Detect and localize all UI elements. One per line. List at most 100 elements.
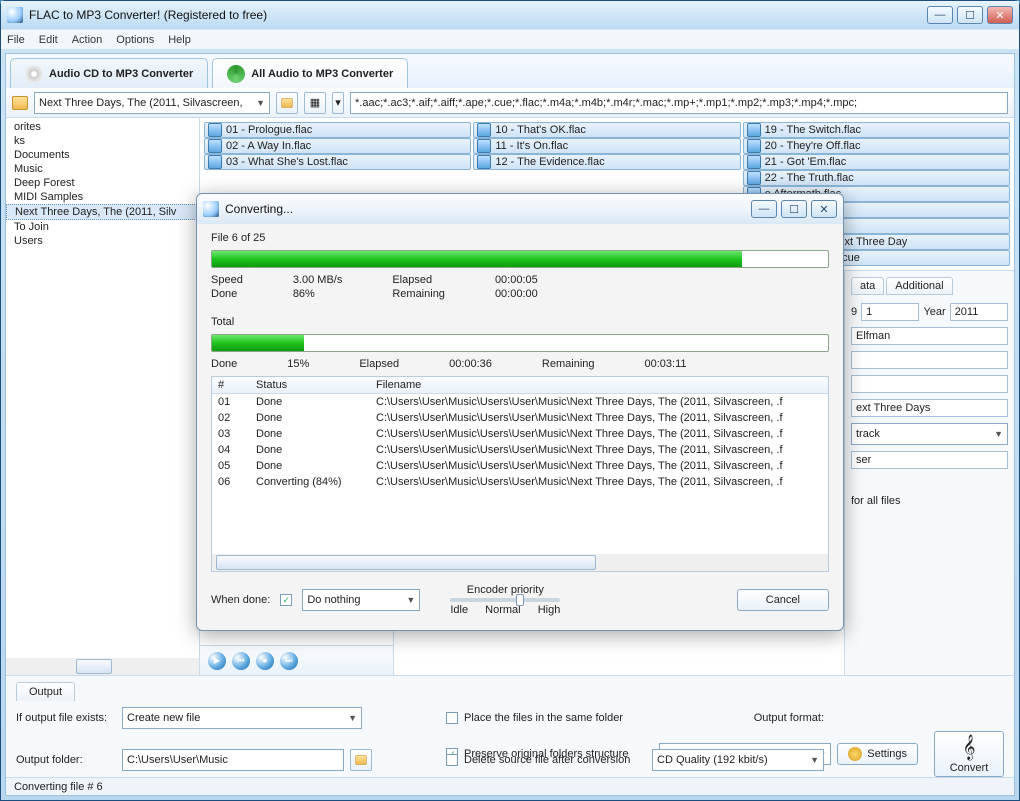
menu-help[interactable]: Help — [168, 34, 191, 46]
output-tab[interactable]: Output — [16, 682, 75, 701]
folder-item[interactable]: Users — [6, 234, 199, 248]
apply-all-label: for all files — [851, 495, 901, 507]
dialog-title: Converting... — [225, 202, 751, 216]
scroll-thumb[interactable] — [76, 659, 112, 674]
path-text: Next Three Days, The (2011, Silvascreen, — [39, 97, 243, 109]
view-button[interactable]: ▦ — [304, 92, 326, 114]
folder-input[interactable]: C:\Users\User\Music — [122, 749, 344, 771]
maximize-button[interactable]: ☐ — [957, 6, 983, 24]
year-input[interactable] — [950, 303, 1008, 321]
music-file-icon — [477, 155, 491, 169]
tremain-label: Remaining — [542, 358, 595, 370]
dialog-maximize-button[interactable]: ☐ — [781, 200, 807, 218]
status-text: Converting file # 6 — [14, 781, 103, 793]
file-item[interactable]: 10 - That's OK.flac — [473, 122, 740, 138]
prev-button[interactable]: ⏮ — [232, 652, 250, 670]
elapsed-value: 00:00:05 — [495, 274, 538, 286]
file-item[interactable]: 02 - A Way In.flac — [204, 138, 471, 154]
menu-options[interactable]: Options — [116, 34, 154, 46]
dialog-titlebar[interactable]: Converting... — ☐ ✕ — [197, 194, 843, 224]
file-item[interactable]: 22 - The Truth.flac — [743, 170, 1010, 186]
exists-combo[interactable]: Create new file▼ — [122, 707, 362, 729]
done-label: Done — [211, 288, 243, 300]
conversion-row[interactable]: 01DoneC:\Users\User\Music\Users\User\Mus… — [212, 394, 828, 410]
format-label: Output format: — [754, 712, 824, 724]
close-button[interactable]: ✕ — [987, 6, 1013, 24]
when-done-combo[interactable]: Do nothing▼ — [302, 589, 420, 611]
hscrollbar[interactable] — [6, 658, 199, 675]
conversion-row[interactable]: 04DoneC:\Users\User\Music\Users\User\Mus… — [212, 442, 828, 458]
tab-cd-to-mp3[interactable]: Audio CD to MP3 Converter — [10, 58, 208, 88]
music-file-icon — [747, 171, 761, 185]
slider-knob[interactable] — [516, 594, 524, 606]
menu-edit[interactable]: Edit — [39, 34, 58, 46]
menu-action[interactable]: Action — [72, 34, 103, 46]
play-button[interactable]: ▶ — [208, 652, 226, 670]
chk-delete-source[interactable] — [446, 754, 458, 766]
file-progress-label: File 6 of 25 — [211, 232, 829, 244]
next-button[interactable]: ⏭ — [280, 652, 298, 670]
file-item[interactable]: 11 - It's On.flac — [473, 138, 740, 154]
conversion-row[interactable]: 02DoneC:\Users\User\Music\Users\User\Mus… — [212, 410, 828, 426]
folder-item[interactable]: Next Three Days, The (2011, Silv — [6, 204, 199, 220]
conversion-row[interactable]: 03DoneC:\Users\User\Music\Users\User\Mus… — [212, 426, 828, 442]
total-progressbar — [211, 334, 829, 352]
titlebar[interactable]: FLAC to MP3 Converter! (Registered to fr… — [1, 1, 1019, 29]
view-dropdown-button[interactable]: ▾ — [332, 92, 344, 114]
stop-button[interactable]: ⏹ — [256, 652, 274, 670]
chk-same-folder[interactable] — [446, 712, 458, 724]
folder-label: Output folder: — [16, 754, 116, 766]
tremain-value: 00:03:11 — [645, 358, 687, 370]
when-done-checkbox[interactable]: ✓ — [280, 594, 292, 606]
telapsed-value: 00:00:36 — [449, 358, 492, 370]
menu-file[interactable]: File — [7, 34, 25, 46]
priority-slider[interactable] — [450, 598, 560, 602]
file-item[interactable]: 21 - Got 'Em.flac — [743, 154, 1010, 170]
path-combo[interactable]: Next Three Days, The (2011, Silvascreen,… — [34, 92, 270, 114]
tab-all-audio[interactable]: All Audio to MP3 Converter — [212, 58, 408, 88]
up-folder-button[interactable] — [276, 92, 298, 114]
folder-item[interactable]: orites — [6, 120, 199, 134]
album-input[interactable]: ext Three Days — [851, 399, 1008, 417]
col-index[interactable]: # — [212, 377, 250, 393]
filter-combo[interactable]: *.aac;*.ac3;*.aif;*.aiff;*.ape;*.cue;*.f… — [350, 92, 1008, 114]
arranger-input[interactable]: ser — [851, 451, 1008, 469]
folder-item[interactable]: Documents — [6, 148, 199, 162]
browse-folder-button[interactable] — [350, 749, 372, 771]
conversion-row[interactable]: 05DoneC:\Users\User\Music\Users\User\Mus… — [212, 458, 828, 474]
dialog-icon — [203, 201, 219, 217]
conversion-row[interactable]: 06Converting (84%)C:\Users\User\Music\Us… — [212, 474, 828, 490]
file-item[interactable]: 03 - What She's Lost.flac — [204, 154, 471, 170]
folder-item[interactable]: ks — [6, 134, 199, 148]
col-filename[interactable]: Filename — [370, 377, 828, 393]
artist-input[interactable]: Elfman — [851, 327, 1008, 345]
tab-additional[interactable]: Additional — [886, 277, 952, 295]
dialog-close-button[interactable]: ✕ — [811, 200, 837, 218]
app-icon — [7, 7, 23, 23]
conversion-list: # Status Filename 01DoneC:\Users\User\Mu… — [211, 376, 829, 572]
col-status[interactable]: Status — [250, 377, 370, 393]
cancel-button[interactable]: Cancel — [737, 589, 829, 611]
elapsed-label: Elapsed — [392, 274, 445, 286]
file-item[interactable]: 19 - The Switch.flac — [743, 122, 1010, 138]
file-item[interactable]: 20 - They're Off.flac — [743, 138, 1010, 154]
list-scroll-thumb[interactable] — [216, 555, 596, 570]
folder-item[interactable]: Deep Forest — [6, 176, 199, 190]
minimize-button[interactable]: — — [927, 6, 953, 24]
track-combo[interactable]: track▼ — [851, 423, 1008, 445]
track-no-input[interactable] — [861, 303, 919, 321]
file-item[interactable]: 01 - Prologue.flac — [204, 122, 471, 138]
genre-input[interactable] — [851, 375, 1008, 393]
music-file-icon — [747, 139, 761, 153]
tab-metadata[interactable]: ata — [851, 277, 884, 295]
quality-combo[interactable]: CD Quality (192 kbit/s)▼ — [652, 749, 824, 771]
file-item[interactable]: 12 - The Evidence.flac — [473, 154, 740, 170]
priority-normal: Normal — [485, 604, 520, 616]
dialog-minimize-button[interactable]: — — [751, 200, 777, 218]
folder-item[interactable]: To Join — [6, 220, 199, 234]
music-file-icon — [747, 123, 761, 137]
folder-item[interactable]: Music — [6, 162, 199, 176]
title-input[interactable] — [851, 351, 1008, 369]
list-hscrollbar[interactable] — [212, 554, 828, 571]
folder-item[interactable]: MIDI Samples — [6, 190, 199, 204]
